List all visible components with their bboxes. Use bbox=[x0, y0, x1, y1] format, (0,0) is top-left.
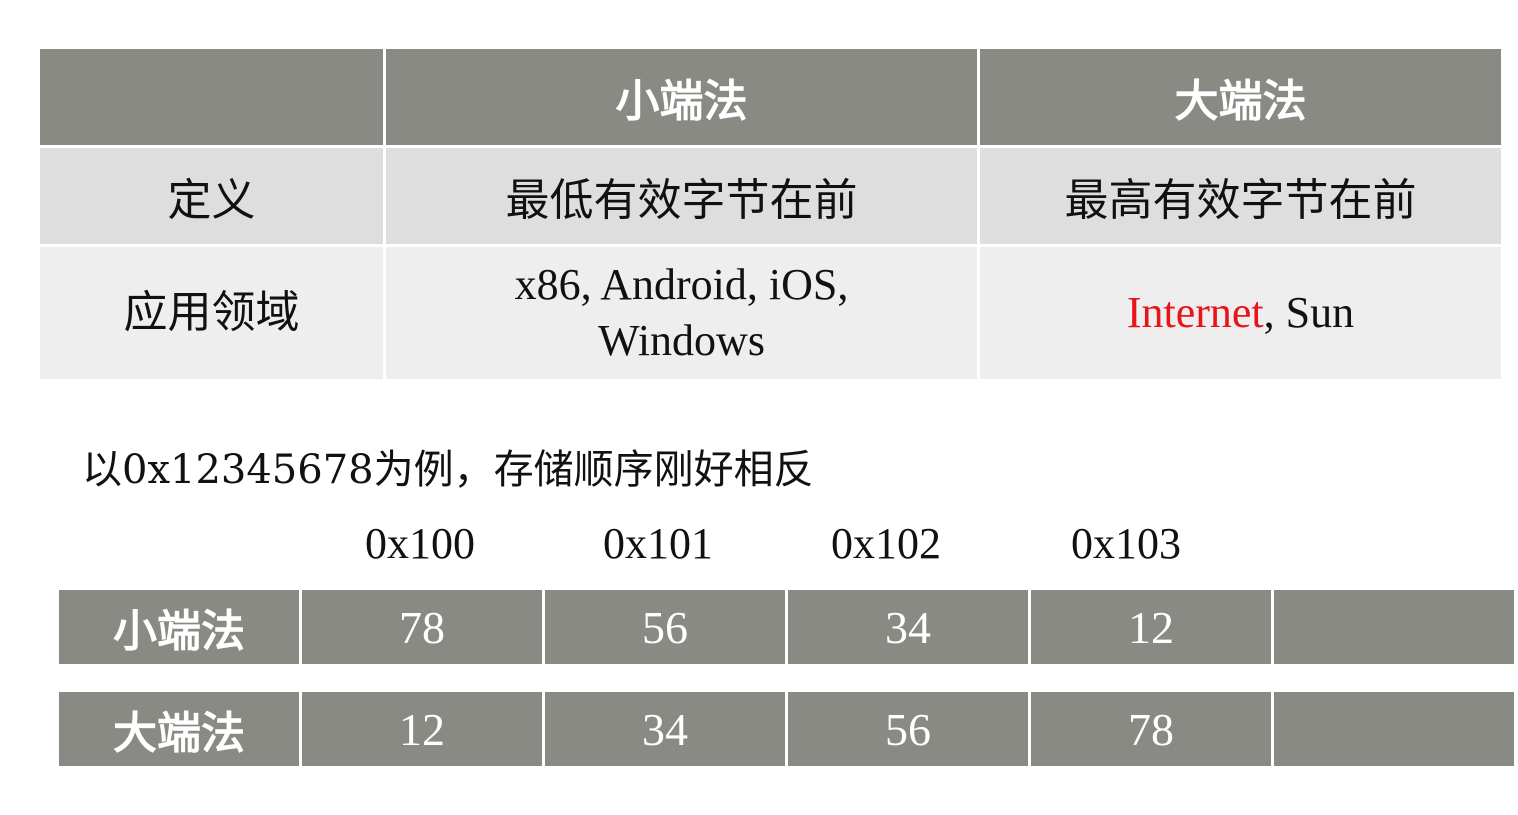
table-header-row: 小端法 大端法 bbox=[37, 46, 1504, 148]
address-label: 0x103 bbox=[1071, 519, 1181, 568]
byte-cell: 78 bbox=[1028, 689, 1274, 769]
header-empty-cell bbox=[37, 46, 386, 148]
example-sentence: 以0x12345678为例，存储顺序刚好相反 bbox=[82, 447, 814, 493]
address-label: 0x102 bbox=[831, 519, 941, 568]
byte-row-label: 大端法 bbox=[56, 689, 302, 769]
address-label: 0x101 bbox=[603, 519, 713, 568]
byte-cell-empty bbox=[1271, 689, 1517, 769]
table-row-application: 应用领域 x86, Android, iOS, Windows Internet… bbox=[37, 244, 1504, 382]
byte-cell: 34 bbox=[542, 689, 788, 769]
byte-cell: 56 bbox=[542, 587, 788, 667]
byte-cell: 12 bbox=[1028, 587, 1274, 667]
row-label-definition: 定义 bbox=[37, 145, 386, 247]
byte-cell: 78 bbox=[299, 587, 545, 667]
internet-highlight: Internet bbox=[1126, 288, 1264, 337]
little-endian-definition: 最低有效字节在前 bbox=[383, 145, 980, 247]
row-label-application: 应用领域 bbox=[37, 244, 386, 382]
endianness-comparison-table: 小端法 大端法 定义 最低有效字节在前 最高有效字节在前 应用领域 x86, A… bbox=[37, 46, 1504, 382]
header-little-endian: 小端法 bbox=[383, 46, 980, 148]
byte-row-label: 小端法 bbox=[56, 587, 302, 667]
byte-cell: 12 bbox=[299, 689, 545, 769]
little-endian-application-line2: Windows bbox=[598, 316, 765, 365]
address-label: 0x100 bbox=[365, 519, 475, 568]
header-big-endian: 大端法 bbox=[977, 46, 1504, 148]
big-endian-definition: 最高有效字节在前 bbox=[977, 145, 1504, 247]
big-endian-byte-row: 大端法 12 34 56 78 bbox=[56, 689, 1517, 769]
byte-cell: 34 bbox=[785, 587, 1031, 667]
table-row: 大端法 12 34 56 78 bbox=[56, 689, 1517, 769]
big-endian-application-rest: , Sun bbox=[1263, 288, 1355, 337]
table-row-definition: 定义 最低有效字节在前 最高有效字节在前 bbox=[37, 145, 1504, 247]
byte-cell: 56 bbox=[785, 689, 1031, 769]
byte-cell-empty bbox=[1271, 587, 1517, 667]
table-row: 小端法 78 56 34 12 bbox=[56, 587, 1517, 667]
little-endian-application: x86, Android, iOS, Windows bbox=[383, 244, 980, 382]
little-endian-application-line1: x86, Android, iOS, bbox=[514, 260, 849, 309]
big-endian-application: Internet, Sun bbox=[977, 244, 1504, 382]
little-endian-byte-row: 小端法 78 56 34 12 bbox=[56, 587, 1517, 667]
